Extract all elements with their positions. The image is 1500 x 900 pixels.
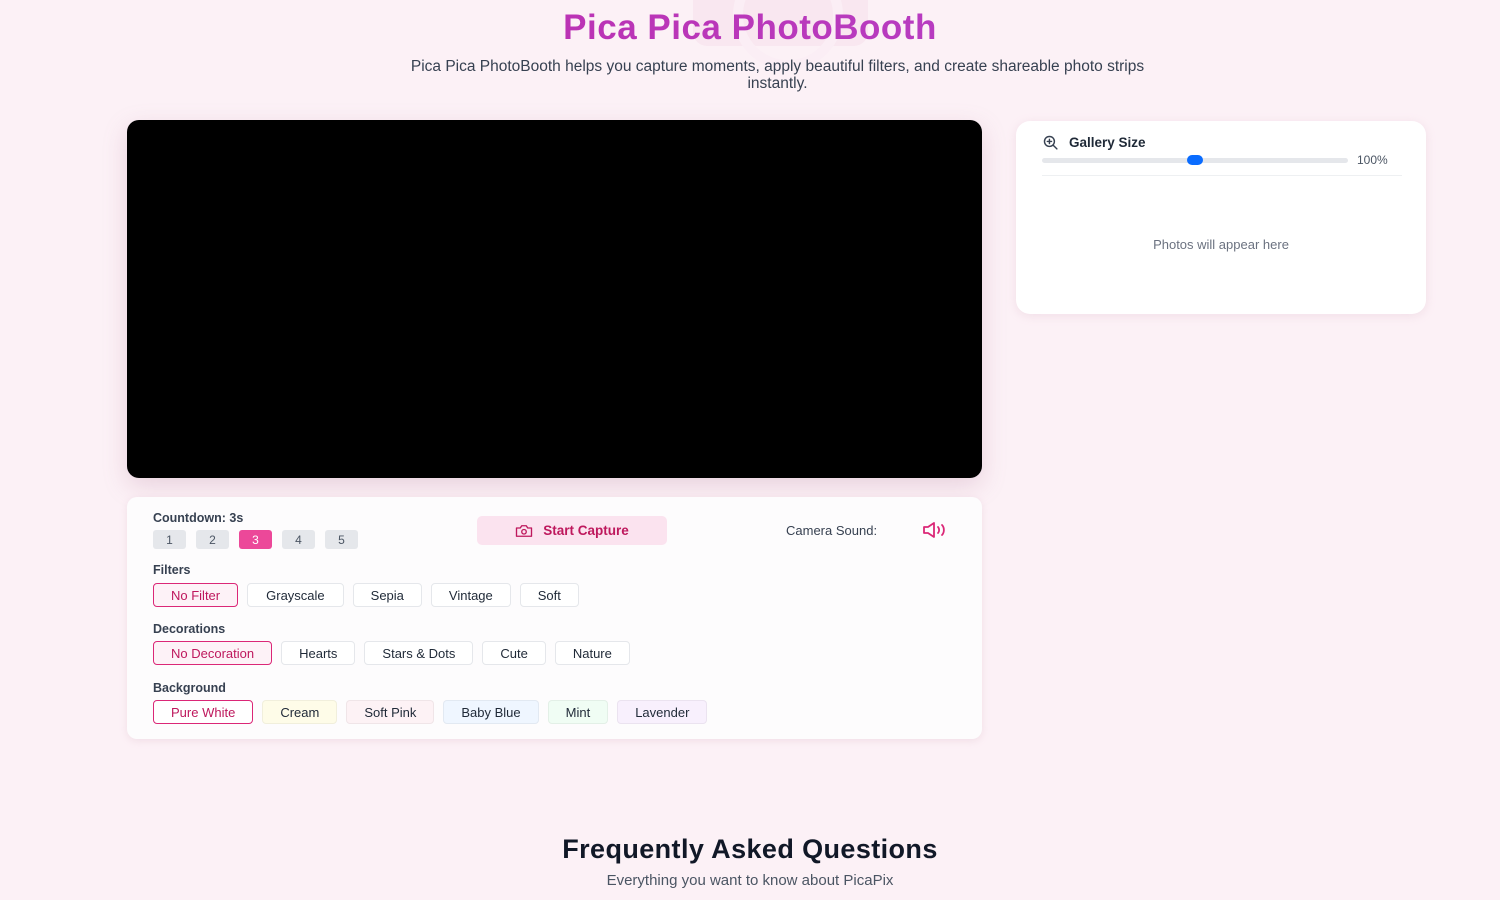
page-title: Pica Pica PhotoBooth — [0, 8, 1500, 48]
page-subtitle: Pica Pica PhotoBooth helps you capture m… — [410, 58, 1145, 92]
countdown-options: 1 2 3 4 5 — [153, 530, 358, 549]
background-mint[interactable]: Mint — [547, 700, 609, 724]
faq-title: Frequently Asked Questions — [562, 834, 938, 864]
gallery-header: Gallery Size — [1042, 134, 1146, 151]
camera-sound-toggle[interactable] — [921, 521, 949, 539]
faq-subtitle: Everything you want to know about PicaPi… — [606, 872, 894, 889]
speaker-on-icon — [923, 522, 945, 538]
background-lavender[interactable]: Lavender — [617, 700, 708, 724]
decoration-none[interactable]: No Decoration — [153, 641, 273, 665]
gallery-size-slider-thumb[interactable] — [1187, 155, 1203, 165]
decoration-cute[interactable]: Cute — [482, 641, 546, 665]
decoration-hearts[interactable]: Hearts — [281, 641, 356, 665]
gallery-panel: Gallery Size 100% Photos will appear her… — [1016, 121, 1426, 314]
countdown-option-5[interactable]: 5 — [325, 530, 358, 549]
countdown-option-4[interactable]: 4 — [282, 530, 315, 549]
filter-soft[interactable]: Soft — [519, 583, 579, 607]
decoration-stars-dots[interactable]: Stars & Dots — [364, 641, 474, 665]
countdown-label: Countdown: 3s — [153, 511, 244, 525]
background-cream[interactable]: Cream — [262, 700, 338, 724]
start-capture-button[interactable]: Start Capture — [477, 516, 667, 545]
gallery-size-value: 100% — [1357, 153, 1388, 167]
filter-options: No Filter Grayscale Sepia Vintage Soft — [153, 583, 579, 607]
camera-icon — [516, 524, 533, 537]
countdown-option-1[interactable]: 1 — [153, 530, 186, 549]
gallery-size-slider[interactable] — [1042, 155, 1348, 165]
filter-grayscale[interactable]: Grayscale — [247, 583, 344, 607]
decoration-options: No Decoration Hearts Stars & Dots Cute N… — [153, 641, 630, 665]
countdown-option-2[interactable]: 2 — [196, 530, 229, 549]
background-pure-white[interactable]: Pure White — [153, 700, 254, 724]
camera-sound-label: Camera Sound: — [786, 523, 878, 538]
decoration-nature[interactable]: Nature — [554, 641, 630, 665]
decorations-label: Decorations — [153, 622, 226, 636]
filter-no-filter[interactable]: No Filter — [153, 583, 239, 607]
countdown-option-3[interactable]: 3 — [239, 530, 272, 549]
gallery-divider — [1042, 175, 1402, 176]
gallery-empty-message: Photos will appear here — [1153, 237, 1289, 252]
background-label: Background — [153, 681, 226, 695]
filter-vintage[interactable]: Vintage — [430, 583, 511, 607]
filter-sepia[interactable]: Sepia — [352, 583, 422, 607]
page: Pica Pica PhotoBooth Pica Pica PhotoBoot… — [0, 0, 1500, 900]
background-options: Pure White Cream Soft Pink Baby Blue Min… — [153, 700, 708, 724]
camera-preview — [127, 120, 982, 478]
zoom-in-icon — [1043, 135, 1058, 150]
gallery-size-label: Gallery Size — [1069, 135, 1146, 150]
background-baby-blue[interactable]: Baby Blue — [443, 700, 539, 724]
filters-label: Filters — [153, 563, 191, 577]
controls-panel: Countdown: 3s 1 2 3 4 5 Start Capture Ca… — [127, 497, 982, 739]
background-soft-pink[interactable]: Soft Pink — [346, 700, 435, 724]
start-capture-label: Start Capture — [543, 523, 629, 538]
